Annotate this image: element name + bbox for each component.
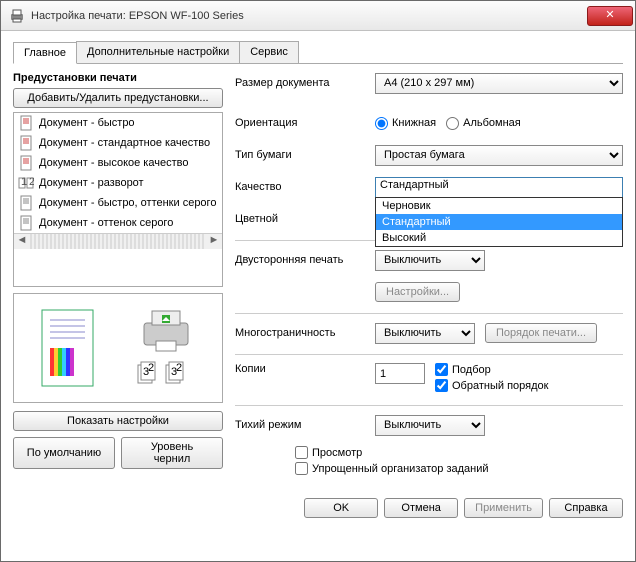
duplex-label: Двусторонняя печать [235,254,375,266]
show-settings-button[interactable]: Показать настройки [13,411,223,431]
paper-type-select[interactable]: Простая бумага [375,145,623,166]
settings-panel: Размер документа A4 (210 x 297 мм) Ориен… [235,72,623,478]
landscape-radio[interactable]: Альбомная [446,117,521,130]
duplex-select[interactable]: Выключить [375,250,485,271]
collate-preview-icon: 3232 [136,359,196,389]
preset-label: Документ - стандартное качество [39,137,210,149]
duplex-settings-button[interactable]: Настройки... [375,282,460,302]
preview-panel: 3232 [13,293,223,403]
doc-size-label: Размер документа [235,77,375,89]
content-area: Главное Дополнительные настройки Сервис … [1,31,635,488]
help-button[interactable]: Справка [549,498,623,518]
svg-text:2: 2 [148,362,154,374]
horizontal-scrollbar[interactable]: ◄ ► [14,233,222,249]
document-icon [18,115,34,131]
preset-label: Документ - быстро [39,117,135,129]
ink-levels-button[interactable]: Уровень чернил [121,437,223,469]
apply-button[interactable]: Применить [464,498,543,518]
page-preview-icon [40,308,95,388]
tab-bar: Главное Дополнительные настройки Сервис [13,41,623,64]
preset-item[interactable]: Документ - стандартное качество [14,133,222,153]
doc-size-select[interactable]: A4 (210 x 297 мм) [375,73,623,94]
simple-organizer-checkbox[interactable]: Упрощенный организатор заданий [295,462,623,475]
presets-panel: Предустановки печати Добавить/Удалить пр… [13,72,223,478]
printer-icon [9,8,25,24]
tab-service[interactable]: Сервис [239,41,299,63]
preset-item[interactable]: Документ - высокое качество [14,153,222,173]
print-settings-window: Настройка печати: EPSON WF-100 Series ✕ … [0,0,636,562]
cancel-button[interactable]: Отмена [384,498,458,518]
quiet-mode-label: Тихий режим [235,419,375,431]
spread-icon: 12 [18,175,34,191]
preset-item[interactable]: Документ - оттенок серого [14,213,222,233]
quality-option-draft[interactable]: Черновик [376,198,622,214]
multipage-label: Многостраничность [235,327,375,339]
quality-dropdown: Черновик Стандартный Высокий [375,197,623,247]
preview-checkbox[interactable]: Просмотр [295,446,623,459]
document-gray-icon [18,195,34,211]
svg-text:2: 2 [176,362,182,374]
preset-item[interactable]: 12 Документ - разворот [14,173,222,193]
color-label: Цветной [235,213,375,225]
scroll-right-arrow[interactable]: ► [206,234,222,249]
preset-label: Документ - разворот [39,177,144,189]
close-button[interactable]: ✕ [587,6,633,26]
svg-text:1: 1 [21,176,27,188]
titlebar: Настройка печати: EPSON WF-100 Series ✕ [1,1,635,31]
presets-title: Предустановки печати [13,72,223,84]
preset-label: Документ - оттенок серого [39,217,173,229]
copies-label: Копии [235,363,375,375]
preset-item[interactable]: Документ - быстро [14,113,222,133]
scroll-track[interactable] [30,234,206,249]
tab-main[interactable]: Главное [13,42,77,64]
orientation-label: Ориентация [235,117,375,129]
defaults-button[interactable]: По умолчанию [13,437,115,469]
reverse-order-checkbox[interactable]: Обратный порядок [435,379,548,392]
tab-more[interactable]: Дополнительные настройки [76,41,240,63]
quiet-mode-select[interactable]: Выключить [375,415,485,436]
collate-checkbox[interactable]: Подбор [435,363,548,376]
portrait-radio[interactable]: Книжная [375,117,436,130]
multipage-select[interactable]: Выключить [375,323,475,344]
paper-type-label: Тип бумаги [235,149,375,161]
preset-list[interactable]: Документ - быстро Документ - стандартное… [13,112,223,287]
quality-label: Качество [235,181,375,193]
svg-text:2: 2 [29,176,34,188]
ok-button[interactable]: OK [304,498,378,518]
quality-option-standard[interactable]: Стандартный [376,214,622,230]
copies-input[interactable] [375,363,425,384]
quality-option-high[interactable]: Высокий [376,230,622,246]
printer-preview-icon [136,307,196,355]
window-title: Настройка печати: EPSON WF-100 Series [31,10,587,22]
preset-label: Документ - высокое качество [39,157,188,169]
page-order-button[interactable]: Порядок печати... [485,323,597,343]
preset-label: Документ - быстро, оттенки серого [39,197,216,209]
document-gray-icon [18,215,34,231]
preset-item[interactable]: Документ - быстро, оттенки серого [14,193,222,213]
quality-select[interactable]: Стандартный [375,177,623,198]
dialog-footer: OK Отмена Применить Справка [1,488,635,528]
scroll-left-arrow[interactable]: ◄ [14,234,30,249]
add-remove-presets-button[interactable]: Добавить/Удалить предустановки... [13,88,223,108]
document-icon [18,135,34,151]
document-icon [18,155,34,171]
